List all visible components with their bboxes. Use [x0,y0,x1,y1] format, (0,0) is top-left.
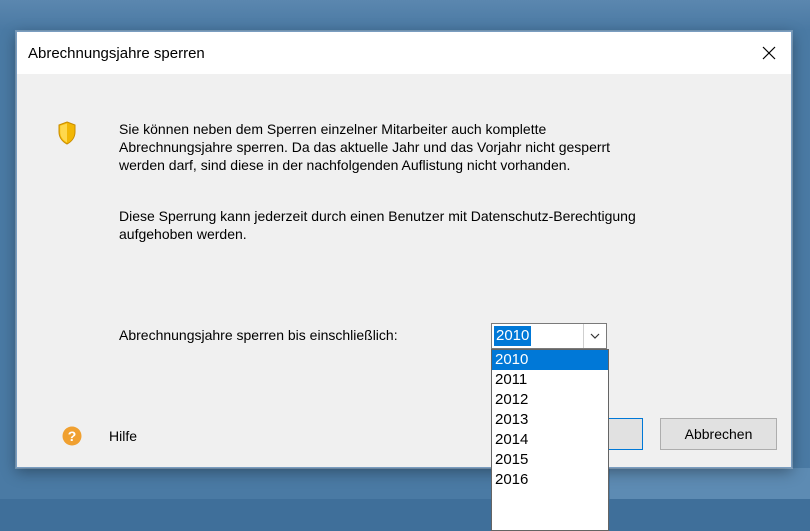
year-option[interactable]: 2015 [492,450,608,470]
year-option[interactable]: 2011 [492,370,608,390]
chevron-down-icon[interactable] [583,324,606,348]
year-select-label: Abrechnungsjahre sperren bis einschließl… [119,327,398,343]
desktop-background-shape [610,468,810,499]
close-icon [762,46,776,60]
help-link[interactable]: Hilfe [109,428,137,444]
dialog-title: Abrechnungsjahre sperren [28,45,205,62]
year-option[interactable]: 2014 [492,430,608,450]
lock-years-dialog: Abrechnungsjahre sperren Sie können nebe… [16,31,792,531]
shield-icon [58,121,76,145]
year-option[interactable]: 2016 [492,470,608,490]
help-icon[interactable]: ? [62,426,82,446]
svg-text:?: ? [68,428,77,444]
year-select-value: 2010 [494,326,532,346]
dialog-titlebar[interactable]: Abrechnungsjahre sperren [17,32,791,74]
year-option[interactable]: 2010 [492,350,608,370]
desktop-background-top [0,0,810,30]
year-select[interactable]: 2010 [491,323,607,349]
info-paragraph-1: Sie können neben dem Sperren einzelner M… [119,121,611,173]
close-button[interactable] [747,32,791,74]
year-option[interactable]: 2013 [492,410,608,430]
year-dropdown-list: 2010 2011 2012 2013 2014 2015 2016 [491,349,609,531]
year-option[interactable]: 2012 [492,390,608,410]
cancel-button[interactable]: Abbrechen [660,418,777,450]
info-paragraph-2: Diese Sperrung kann jederzeit durch eine… [119,208,636,242]
